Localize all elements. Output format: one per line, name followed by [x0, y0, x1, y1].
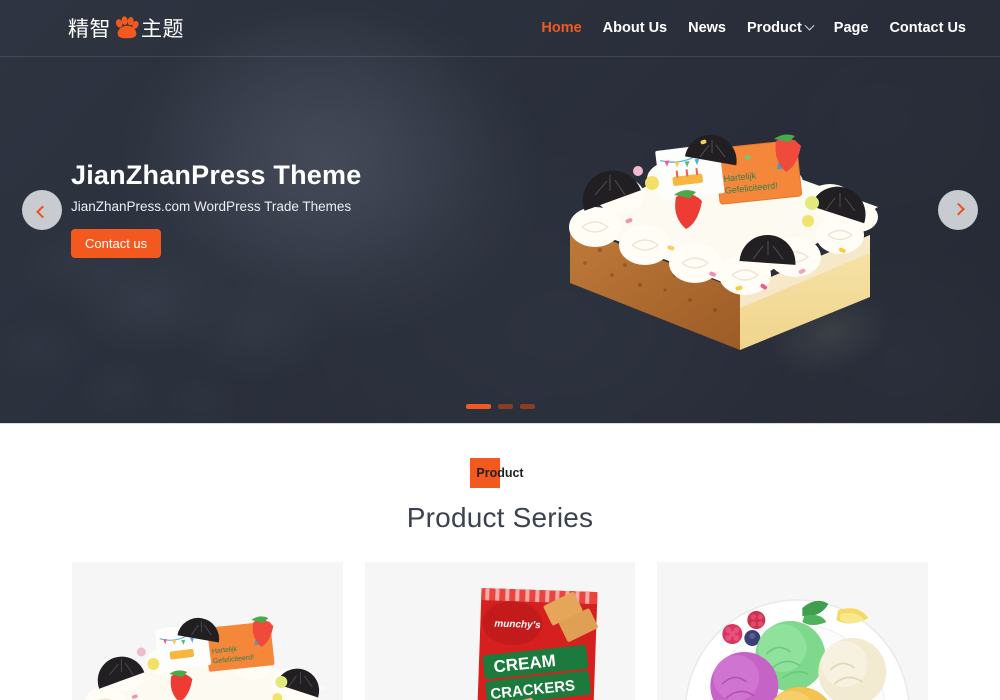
chevron-down-icon	[804, 20, 815, 31]
product-series-section: Product Product Series Hartelijk Gefelic…	[0, 423, 1000, 700]
hero-title: JianZhanPress Theme	[71, 160, 362, 190]
nav-item-product[interactable]: Product	[747, 20, 815, 36]
site-header: 精智 主题 Home About Us News Product Page Co…	[0, 0, 1000, 57]
nav-label-contact-us: Contact Us	[889, 20, 966, 36]
ice-cream-product-image	[657, 562, 929, 700]
nav-item-home[interactable]: Home	[541, 20, 581, 36]
crackers-product-image: munchy's CREAM CRACKERS	[364, 562, 636, 700]
cake-product-image: Hartelijk Gefeliciteerd!	[72, 562, 343, 700]
section-badge-wrapper: Product	[0, 458, 1000, 488]
nav-label-product: Product	[747, 20, 802, 36]
hero-cake-image: Hartelijk Gefeliciteerd!	[540, 75, 940, 365]
section-badge: Product	[470, 458, 529, 488]
carousel-prev-button[interactable]	[22, 190, 62, 230]
cake-product-card[interactable]: Hartelijk Gefeliciteerd!	[72, 562, 343, 700]
logo-text-before: 精智	[68, 18, 111, 41]
hero-contact-button[interactable]: Contact us	[71, 229, 162, 258]
main-navigation: Home About Us News Product Page Contact …	[541, 20, 966, 36]
nav-item-about-us[interactable]: About Us	[603, 20, 667, 36]
chevron-left-icon	[35, 205, 49, 218]
ice-cream-product-card[interactable]	[657, 562, 929, 700]
crackers-product-card[interactable]: munchy's CREAM CRACKERS	[364, 562, 636, 700]
carousel-next-button[interactable]	[938, 190, 978, 230]
nav-label-page: Page	[833, 20, 869, 36]
carousel-dot-3[interactable]	[519, 404, 535, 409]
hero-subtitle: JianZhanPress.com WordPress Trade Themes	[71, 199, 352, 214]
section-badge-label: Product	[476, 466, 524, 480]
nav-item-contact-us[interactable]: Contact Us	[889, 20, 966, 36]
chevron-right-icon	[951, 202, 965, 215]
nav-label-about-us: About Us	[602, 20, 668, 36]
nav-label-home: Home	[541, 20, 582, 36]
hero-carousel: Hartelijk Gefeliciteerd! 精智 主题 Home Abou…	[0, 0, 1000, 423]
nav-item-news[interactable]: News	[688, 20, 726, 36]
paw-print-icon	[113, 16, 139, 40]
product-card-list: Hartelijk Gefeliciteerd! munchy's CREAM …	[0, 534, 1000, 700]
logo-text-after: 主题	[141, 18, 184, 41]
section-title: Product Series	[406, 502, 594, 533]
hero-text-block: JianZhanPress Theme JianZhanPress.com Wo…	[71, 160, 361, 258]
carousel-pagination	[0, 404, 1000, 409]
carousel-dot-2[interactable]	[497, 404, 513, 409]
carousel-dot-1[interactable]	[465, 404, 491, 409]
site-logo[interactable]: 精智 主题	[68, 13, 184, 43]
pack-brand-text: munchy's	[494, 619, 541, 632]
nav-label-news: News	[688, 20, 726, 36]
nav-item-page[interactable]: Page	[834, 20, 869, 36]
